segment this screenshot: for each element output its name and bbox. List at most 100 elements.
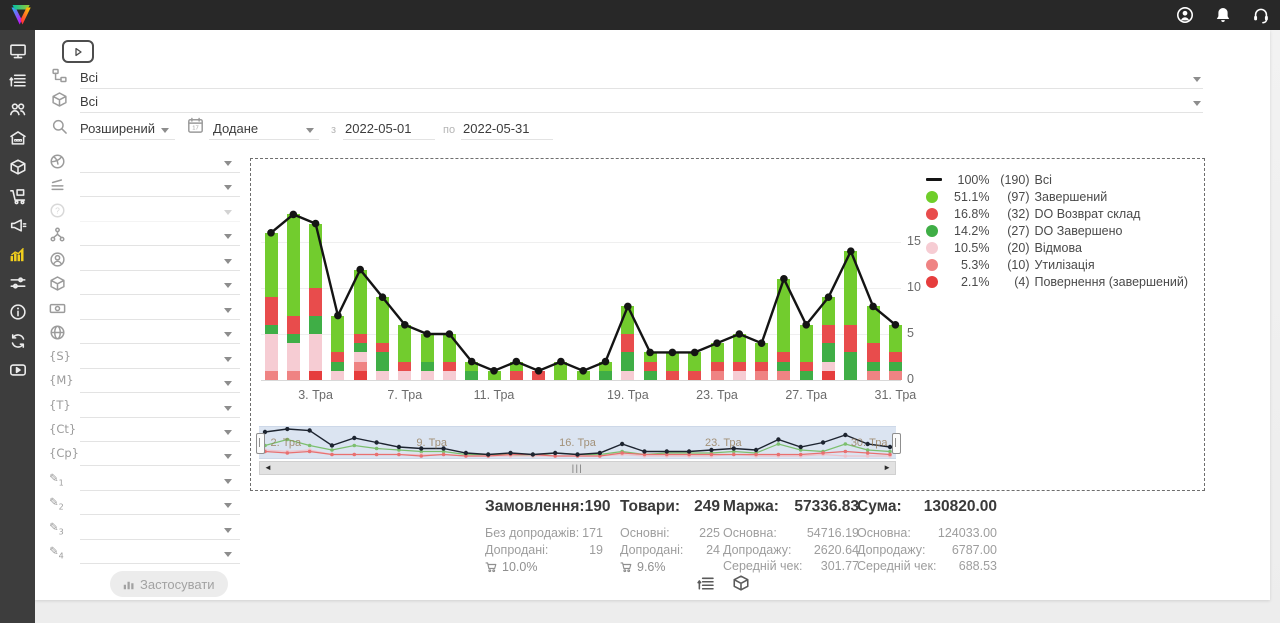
stats-row: Допродажу:6787.00	[857, 542, 997, 559]
sidebar-item-settings[interactable]	[0, 268, 35, 297]
filter-row-manager[interactable]	[35, 249, 280, 273]
navigator-tick: 2. Тра	[271, 437, 302, 449]
filter-row-utm-t[interactable]: {T}	[35, 396, 280, 420]
payment-icon	[49, 300, 66, 317]
stats-title-label: Товари:	[620, 498, 680, 516]
chevron-down-icon	[224, 308, 232, 313]
stats-row-value: 24	[706, 542, 720, 559]
apply-button[interactable]: Застосувати	[110, 571, 228, 597]
structure-icon	[49, 226, 66, 243]
chevron-down-icon	[224, 406, 232, 411]
settings-icon	[9, 274, 27, 292]
sidebar-item-video-tutorials[interactable]	[0, 355, 35, 384]
filter-row-utm-cp[interactable]: {Cp}	[35, 444, 280, 468]
upsell-share-value: 10.0%	[502, 560, 537, 574]
legend-row[interactable]: 10.5%(20)Відмова	[926, 239, 1188, 256]
filter-row-stages[interactable]	[35, 175, 280, 199]
sidebar-item-products[interactable]	[0, 152, 35, 181]
legend-row[interactable]: 16.8%(32)DO Возврат склад	[926, 205, 1188, 222]
custom-4-icon: ✎4	[49, 544, 64, 560]
chevron-down-icon	[224, 454, 232, 459]
clients-icon	[9, 100, 27, 118]
stats-row: Середній чек:301.77	[723, 558, 859, 575]
filter-underline	[80, 465, 240, 466]
legend-row[interactable]: 51.1%(97)Завершений	[926, 188, 1188, 205]
sidebar-item-clients[interactable]	[0, 94, 35, 123]
filter-underline	[80, 245, 240, 246]
chart-scrollbar[interactable]: ◄ ||| ►	[259, 461, 896, 475]
filter-underline	[80, 343, 240, 344]
filter-row-utm-ct[interactable]: {Ct}	[35, 420, 280, 444]
filter-underline	[80, 441, 240, 442]
filter-row-unknown: ?	[35, 200, 280, 224]
search-icon	[51, 118, 68, 140]
filter-row-utm-m[interactable]: {M}	[35, 371, 280, 395]
stats-row-label: Основна:	[857, 525, 911, 542]
chevron-down-icon	[224, 552, 232, 557]
legend-label: Утилізація	[1034, 258, 1094, 272]
sidebar-item-sync[interactable]	[0, 326, 35, 355]
support-button[interactable]	[1252, 6, 1270, 24]
legend-label: Відмова	[1034, 241, 1081, 255]
filter-row-product[interactable]	[35, 273, 280, 297]
x-axis-tick: 19. Тра	[607, 388, 649, 402]
filter-row-utm-s[interactable]: {S}	[35, 347, 280, 371]
stats-row: Основна:124033.00	[857, 525, 997, 542]
scroll-left-icon[interactable]: ◄	[260, 462, 276, 474]
product-filter-underline	[80, 112, 1203, 113]
sidebar-item-store[interactable]	[0, 123, 35, 152]
notifications-button[interactable]	[1214, 6, 1232, 24]
chart-navigator[interactable]: 2. Тра9. Тра16. Тра23. Тра30. Тра	[259, 426, 896, 459]
app-logo-icon[interactable]	[7, 1, 35, 29]
chevron-down-icon	[224, 357, 232, 362]
scroll-right-icon[interactable]: ►	[879, 462, 895, 474]
stats-row: Допродажу:2620.64	[723, 542, 859, 559]
legend-row[interactable]: 100%(190)Всі	[926, 171, 1188, 188]
sidebar-item-orders[interactable]	[0, 65, 35, 94]
legend-row[interactable]: 2.1%(4)Повернення (завершений)	[926, 273, 1188, 290]
filter-row-payment[interactable]	[35, 298, 280, 322]
scrollbar-grip[interactable]: |||	[572, 463, 584, 473]
account-button[interactable]	[1176, 6, 1194, 24]
filter-underline	[80, 196, 240, 197]
sidebar-item-statistics[interactable]	[0, 239, 35, 268]
legend-row[interactable]: 5.3%(10)Утилізація	[926, 256, 1188, 273]
legend-percent: 16.8%	[943, 207, 989, 221]
filter-row-custom-2[interactable]: ✎2	[35, 493, 280, 517]
filter-underline	[80, 294, 240, 295]
legend-count: (32)	[993, 207, 1029, 221]
filter-row-custom-4[interactable]: ✎4	[35, 542, 280, 566]
filter-row-custom-3[interactable]: ✎3	[35, 518, 280, 542]
filter-underline	[80, 270, 240, 271]
topbar	[0, 0, 1280, 30]
date-from-value: 2022-05-01	[345, 121, 412, 136]
legend-count: (97)	[993, 190, 1029, 204]
stats-row-label: Допродажу:	[723, 542, 791, 559]
date-from-label: з	[331, 124, 336, 136]
stats-title: Маржа:57336.83	[723, 498, 859, 516]
filter-row-site[interactable]	[35, 322, 280, 346]
legend-row[interactable]: 14.2%(27)DO Завершено	[926, 222, 1188, 239]
video-help-button[interactable]	[62, 40, 94, 63]
filter-underline	[80, 539, 240, 540]
chevron-down-icon	[161, 128, 169, 133]
stats-by-statuses-button[interactable]	[697, 574, 715, 592]
filter-row-structure[interactable]	[35, 224, 280, 248]
navigator-handle-left[interactable]	[256, 433, 265, 454]
navigator-tick: 9. Тра	[416, 437, 447, 449]
sidebar-item-info[interactable]	[0, 297, 35, 326]
filter-row-source[interactable]	[35, 151, 280, 175]
sidebar-item-purchases[interactable]	[0, 181, 35, 210]
product-box-icon	[51, 91, 68, 113]
sidebar-item-dashboard[interactable]	[0, 36, 35, 65]
date-to-underline	[461, 139, 553, 140]
filter-row-custom-1[interactable]: ✎1	[35, 469, 280, 493]
sidebar-item-marketing[interactable]	[0, 210, 35, 239]
navigator-handle-right[interactable]	[892, 433, 901, 454]
stats-by-products-button[interactable]	[732, 574, 750, 592]
stats-row-value: 54716.19	[807, 525, 859, 542]
legend-label: DO Завершено	[1034, 224, 1122, 238]
chevron-down-icon	[306, 128, 314, 133]
chevron-down-icon	[224, 528, 232, 533]
topbar-actions	[1176, 0, 1270, 30]
